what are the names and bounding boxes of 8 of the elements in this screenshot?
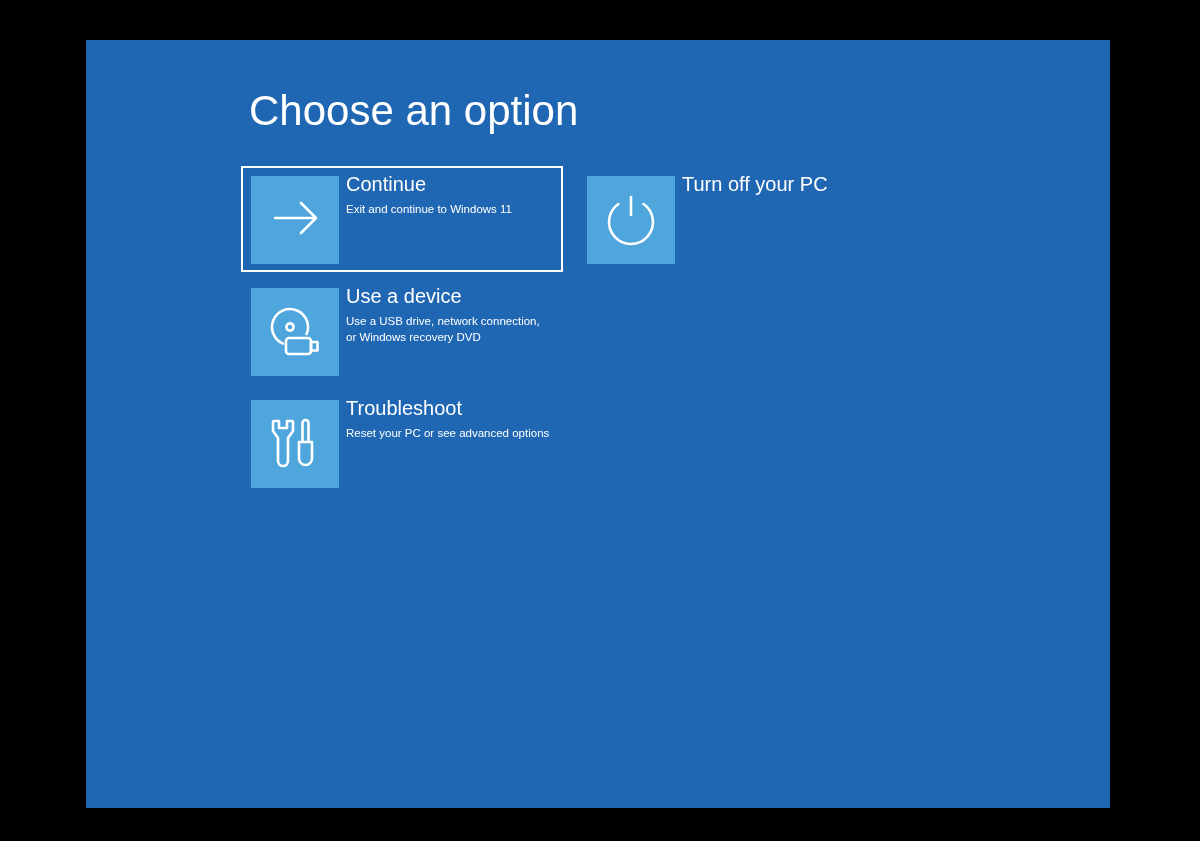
- disc-and-usb-icon: [251, 288, 339, 376]
- option-button[interactable]: Continue Exit and continue to Windows 11: [241, 166, 563, 272]
- option-button[interactable]: Troubleshoot Reset your PC or see advanced options: [241, 390, 563, 496]
- option-button[interactable]: Use a device Use a USB drive, network connection, or Windows recovery DVD: [241, 278, 563, 384]
- option-button[interactable]: Turn off your PC: [577, 166, 899, 272]
- power-icon: [587, 176, 675, 264]
- page-title: Choose an option: [249, 86, 579, 136]
- wrench-and-screwdriver-icon: [251, 400, 339, 488]
